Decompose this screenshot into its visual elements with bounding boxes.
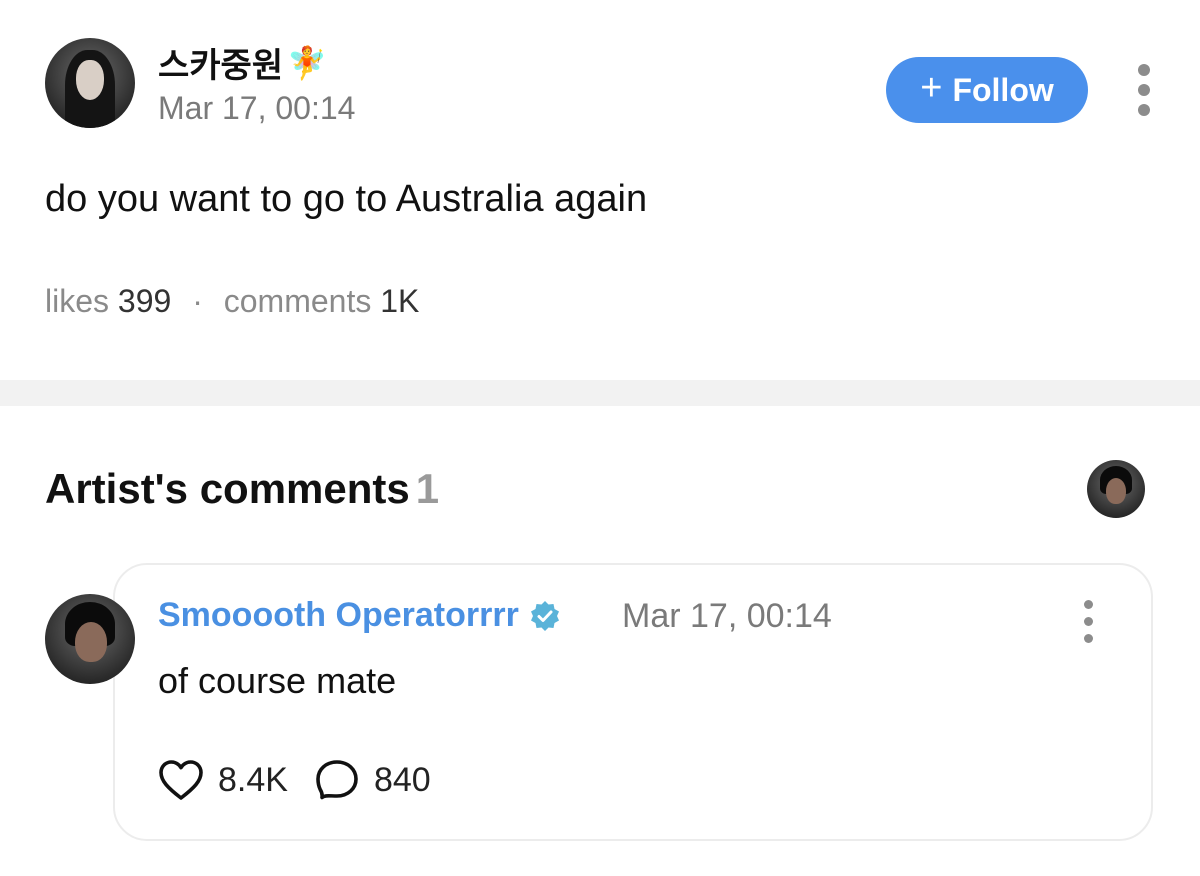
comments-count[interactable]: 1K [380, 283, 419, 319]
avatar-face [76, 60, 104, 100]
likes-label[interactable]: likes [45, 283, 109, 319]
stats-separator: · [192, 283, 203, 319]
post-text: do you want to go to Australia again [45, 178, 648, 220]
comment-bubble-icon [316, 760, 358, 800]
comment-actions: 8.4K 840 [158, 758, 431, 802]
post-header: 스카중원 🧚 Mar 17, 00:14 + Follow do you wan… [0, 0, 1200, 380]
follow-label: Follow [952, 71, 1054, 108]
comment-text: of course mate [158, 660, 397, 701]
avatar-face [1106, 478, 1126, 504]
comments-label[interactable]: comments [224, 283, 372, 319]
likes-count[interactable]: 399 [118, 283, 171, 319]
dot [1138, 64, 1150, 76]
commenter-avatar[interactable] [45, 594, 135, 684]
heart-icon [159, 760, 203, 800]
artist-comments-title: Artist's comments 1 [45, 465, 439, 513]
plus-icon: + [920, 67, 943, 109]
author-name[interactable]: 스카중원 🧚 [158, 38, 327, 87]
section-divider [0, 380, 1200, 406]
post-stats: likes 399 · comments 1K [45, 283, 419, 320]
commenter-name-text: Smooooth Operatorrrr [158, 596, 519, 634]
commenter-name[interactable]: Smooooth Operatorrrr [158, 596, 561, 635]
artist-comments-count: 1 [415, 465, 440, 512]
post-date: Mar 17, 00:14 [158, 90, 356, 126]
follow-button[interactable]: + Follow [886, 57, 1088, 123]
reply-count: 840 [373, 760, 431, 799]
post-more-options-icon[interactable] [1137, 64, 1151, 116]
like-button[interactable]: 8.4K [158, 759, 288, 801]
comment-date: Mar 17, 00:14 [622, 597, 832, 635]
dot [1138, 84, 1150, 96]
avatar-face [75, 622, 107, 662]
comment-more-options-icon[interactable] [1081, 600, 1095, 643]
fairy-icon: 🧚 [287, 44, 327, 81]
dot [1083, 617, 1093, 626]
dot [1083, 600, 1093, 609]
dot [1138, 104, 1150, 116]
author-avatar[interactable] [45, 38, 135, 128]
author-name-text: 스카중원 [158, 47, 284, 85]
verified-icon [530, 600, 559, 631]
dot [1083, 634, 1093, 643]
artist-comments-label: Artist's comments [45, 465, 410, 512]
like-count: 8.4K [218, 760, 288, 799]
artist-avatar[interactable] [1087, 460, 1145, 518]
reply-button[interactable]: 840 [314, 758, 431, 802]
